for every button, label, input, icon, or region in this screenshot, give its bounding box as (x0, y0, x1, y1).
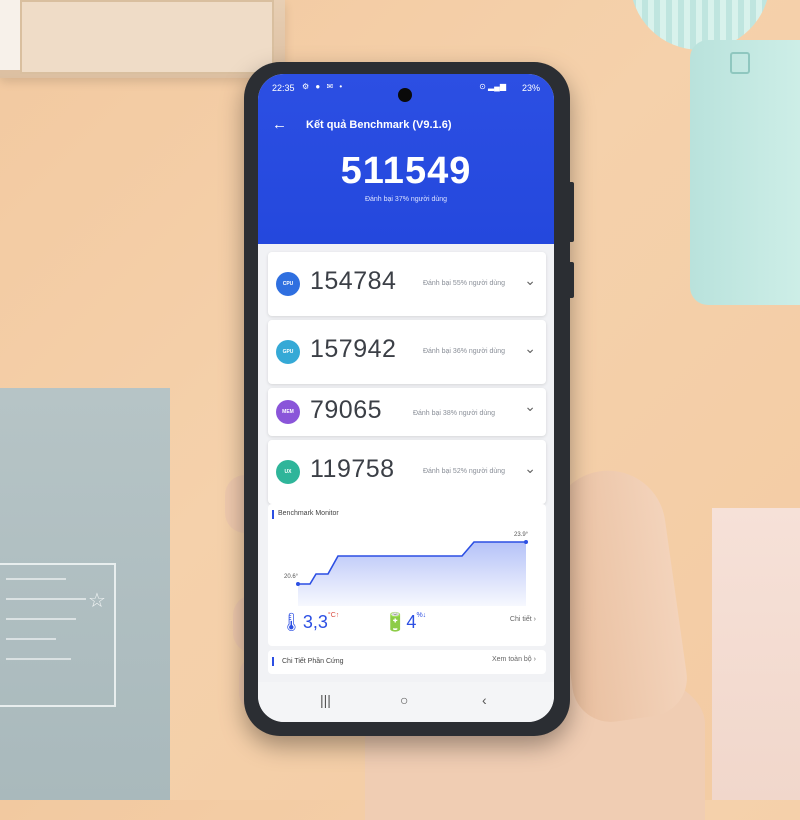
start-temp-label: 20.6° (284, 574, 299, 580)
detail-link[interactable]: Chi tiết › (510, 616, 536, 623)
photo-scene: ☆ 22:35 ⚙ ● ✉ • ⊙ ▂▄▆ 23% ← Kết quả Benc… (0, 0, 800, 820)
mem-score: 79065 (310, 396, 383, 424)
star-icon: ☆ (88, 590, 106, 612)
section-marker (272, 657, 274, 666)
section-marker (272, 510, 274, 519)
signal-icon: ⊙ ▂▄▆ (479, 82, 506, 91)
fan-button (730, 52, 750, 74)
cpu-badge-icon: CPU (276, 272, 300, 296)
chevron-right-icon: › (533, 656, 536, 663)
navigation-bar: ||| ○ ‹ (258, 682, 554, 722)
postcard-frame (0, 563, 116, 707)
temperature-rise: 🌡3,3°C↑ (280, 612, 340, 632)
gpu-score: 157942 (310, 335, 397, 363)
postcard-left: ☆ (0, 388, 170, 800)
phone-screen: 22:35 ⚙ ● ✉ • ⊙ ▂▄▆ 23% ← Kết quả Benchm… (258, 74, 554, 722)
result-header: 22:35 ⚙ ● ✉ • ⊙ ▂▄▆ 23% ← Kết quả Benchm… (258, 74, 554, 244)
chevron-down-icon[interactable]: ⌄ (524, 272, 536, 289)
total-beat-text: Đánh bại 37% người dùng (364, 196, 448, 203)
handwriting-line (6, 598, 86, 600)
total-score: 511549 (340, 150, 472, 192)
battery-drop-value: 4 (406, 612, 417, 632)
cpu-score: 154784 (310, 267, 397, 295)
temperature-graph: 20.6° 23.9° (284, 532, 529, 606)
temp-unit: °C↑ (327, 612, 340, 619)
score-card-mem[interactable]: MEM 79065 Đánh bại 38% người dùng ⌄ (268, 388, 546, 436)
battery-drop: 🔋4%↓ (384, 612, 427, 632)
power-button (570, 262, 574, 298)
score-card-gpu[interactable]: GPU 157942 Đánh bại 36% người dùng ⌄ (268, 320, 546, 384)
cardboard-box (0, 0, 285, 78)
chevron-down-icon[interactable]: ⌄ (524, 340, 536, 357)
smartphone: 22:35 ⚙ ● ✉ • ⊙ ▂▄▆ 23% ← Kết quả Benchm… (244, 62, 574, 736)
gpu-badge-icon: GPU (276, 340, 300, 364)
handwriting-line (6, 638, 56, 640)
notification-icons: ⚙ ● ✉ • (302, 82, 345, 91)
ux-badge-icon: UX (276, 460, 300, 484)
monitor-label: Benchmark Monitor (278, 510, 339, 517)
back-icon[interactable]: ‹ (482, 692, 487, 708)
detail-label: Chi tiết (509, 616, 532, 623)
hardware-label: Chi Tiết Phần Cứng (282, 658, 344, 665)
handwriting-line (6, 578, 66, 580)
ux-score: 119758 (310, 455, 395, 483)
end-point (524, 540, 528, 544)
start-point (296, 582, 300, 586)
hardware-details-row[interactable]: Chi Tiết Phần Cứng Xem toàn bộ › (268, 650, 546, 674)
recent-apps-icon[interactable]: ||| (320, 692, 331, 708)
mem-badge-icon: MEM (276, 400, 300, 424)
front-camera (398, 88, 412, 102)
box-lid (20, 0, 274, 74)
fan-body (690, 40, 800, 305)
chevron-right-icon: › (533, 616, 536, 623)
gpu-beat-text: Đánh bại 36% người dùng (422, 348, 506, 355)
volume-button (570, 182, 574, 242)
home-icon[interactable]: ○ (400, 692, 408, 708)
view-all-link[interactable]: Xem toàn bộ › (492, 656, 536, 663)
page-title: Kết quả Benchmark (V9.1.6) (306, 119, 452, 131)
score-card-ux[interactable]: UX 119758 Đánh bại 52% người dùng ⌄ (268, 440, 546, 504)
cpu-beat-text: Đánh bại 55% người dùng (422, 280, 506, 287)
view-all-label: Xem toàn bộ (492, 656, 532, 663)
handwriting-line (6, 658, 71, 660)
title-bar: ← Kết quả Benchmark (V9.1.6) (258, 116, 554, 138)
battery-unit: %↓ (416, 612, 427, 619)
battery-level: 23% (521, 83, 540, 93)
benchmark-monitor: Benchmark Monitor 20.6° 23.9° 🌡3,3°C↑ 🔋4… (268, 504, 546, 646)
mini-fan (630, 0, 800, 310)
status-time: 22:35 (272, 83, 295, 93)
end-temp-label: 23.9° (514, 532, 529, 538)
handwriting-line (6, 618, 76, 620)
chevron-down-icon[interactable]: ⌄ (524, 398, 536, 415)
score-card-cpu[interactable]: CPU 154784 Đánh bại 55% người dùng ⌄ (268, 252, 546, 316)
back-arrow-icon[interactable]: ← (272, 116, 287, 133)
mem-beat-text: Đánh bại 38% người dùng (412, 410, 496, 417)
temperature-area (298, 542, 526, 606)
chevron-down-icon[interactable]: ⌄ (524, 460, 536, 477)
ux-beat-text: Đánh bại 52% người dùng (422, 468, 506, 475)
temp-rise-value: 3,3 (302, 612, 328, 632)
